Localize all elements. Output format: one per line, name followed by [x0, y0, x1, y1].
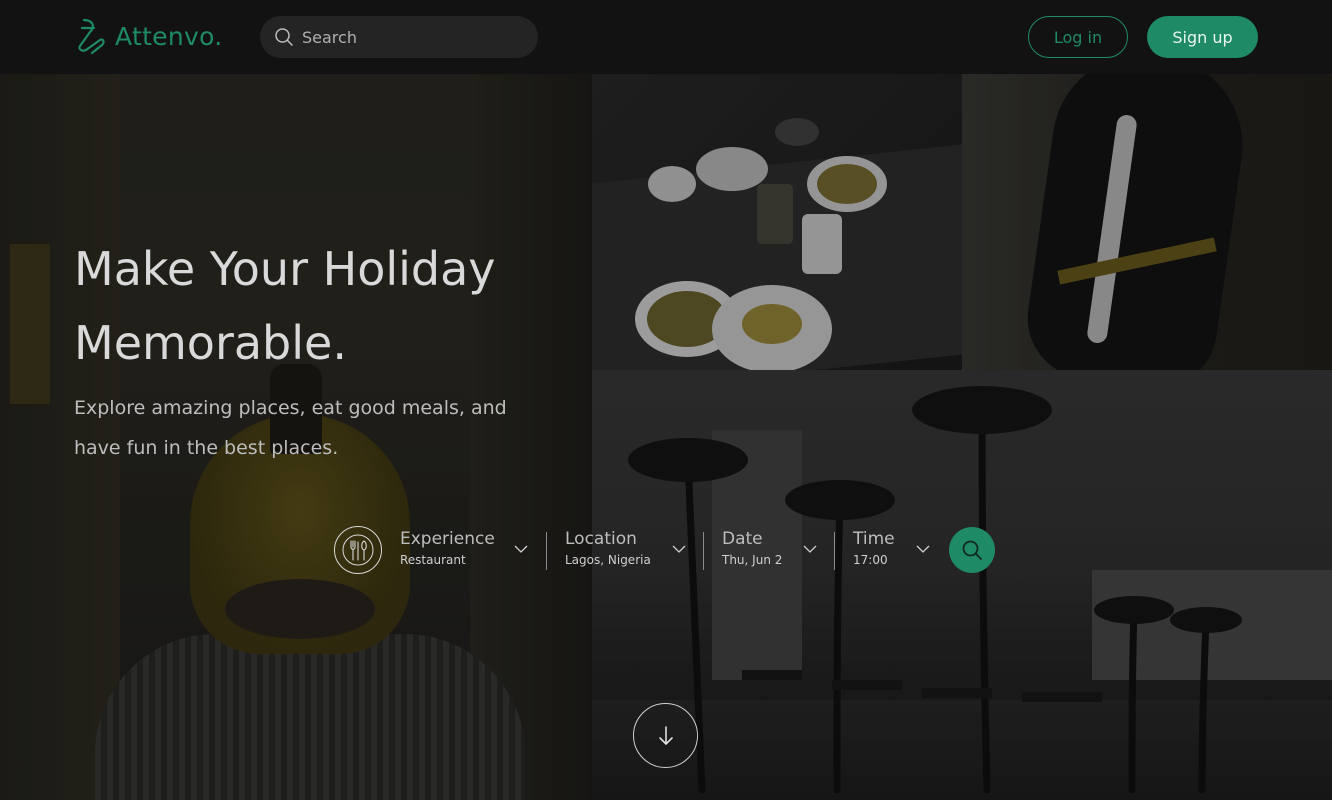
booking-search-button[interactable] [949, 527, 995, 573]
brand-logo[interactable]: Attenvo. [72, 16, 223, 56]
search-input[interactable] [302, 27, 522, 47]
chevron-down-icon[interactable] [672, 542, 686, 556]
login-button[interactable]: Log in [1028, 16, 1128, 58]
chevron-down-icon[interactable] [514, 542, 528, 556]
hero-subtitle-line-1: Explore amazing places, eat good meals, … [74, 397, 507, 419]
separator [703, 532, 704, 570]
hero-title-line-2: Memorable. [74, 316, 347, 370]
search-icon [275, 28, 293, 46]
scroll-down-button[interactable] [633, 703, 698, 768]
chevron-down-icon[interactable] [916, 542, 930, 556]
experience-dropdown[interactable]: Experience Restaurant [400, 528, 520, 574]
experience-label: Experience [400, 529, 495, 549]
restaurant-icon [334, 526, 382, 574]
date-dropdown[interactable]: Date Thu, Jun 2 [722, 528, 802, 574]
brand-name: Attenvo. [115, 21, 223, 51]
hero-photo-horse [962, 74, 1332, 370]
location-dropdown[interactable]: Location Lagos, Nigeria [565, 528, 675, 574]
search-bar[interactable] [260, 16, 538, 58]
time-dropdown[interactable]: Time 17:00 [853, 528, 913, 574]
separator [834, 532, 835, 570]
hero-title: Make Your Holiday Memorable. [74, 232, 594, 380]
experience-value: Restaurant [400, 553, 466, 567]
hero-subtitle-line-2: have fun in the best places. [74, 437, 339, 459]
hero-photo-food [592, 74, 962, 370]
hero-subtitle: Explore amazing places, eat good meals, … [74, 388, 574, 468]
attenvo-logo-icon [78, 18, 105, 55]
chevron-down-icon[interactable] [803, 542, 817, 556]
hero-photo-resort [592, 370, 1332, 800]
top-navigation-bar: Attenvo. Log in Sign up [0, 0, 1332, 74]
time-label: Time [853, 529, 895, 549]
separator [546, 532, 547, 570]
hero-title-line-1: Make Your Holiday [74, 242, 496, 296]
date-label: Date [722, 529, 763, 549]
signup-button[interactable]: Sign up [1147, 16, 1258, 58]
arrow-down-icon [658, 725, 673, 745]
time-value: 17:00 [853, 553, 888, 567]
search-icon [962, 540, 982, 560]
location-label: Location [565, 529, 637, 549]
location-value: Lagos, Nigeria [565, 553, 651, 567]
date-value: Thu, Jun 2 [722, 553, 783, 567]
